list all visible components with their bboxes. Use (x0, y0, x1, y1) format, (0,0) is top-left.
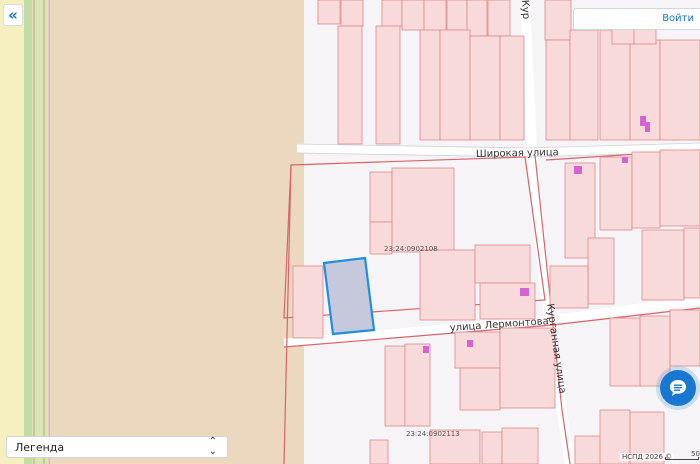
parcel[interactable] (469, 35, 501, 141)
parcel[interactable] (340, 0, 364, 27)
parcel[interactable] (419, 29, 441, 141)
parcel[interactable] (454, 331, 501, 369)
parcel[interactable] (381, 0, 403, 27)
parcel[interactable] (499, 327, 556, 409)
parcel[interactable] (609, 317, 643, 387)
parcel[interactable] (459, 367, 501, 411)
parcel[interactable] (545, 39, 571, 141)
double-chevron-left-icon: « (8, 6, 18, 24)
agricultural-field (49, 0, 304, 464)
parcel[interactable] (439, 29, 471, 141)
login-button[interactable]: Войти (662, 13, 694, 24)
parcel[interactable] (611, 27, 635, 45)
green-strip (24, 0, 32, 464)
parcel[interactable] (474, 244, 531, 284)
parcel[interactable] (569, 29, 599, 141)
quarter-label: 23:24:0902108 (384, 245, 438, 253)
parcel[interactable] (549, 265, 589, 309)
parcel[interactable] (375, 25, 401, 145)
parcel[interactable] (481, 431, 503, 464)
parcel[interactable] (292, 265, 324, 339)
chat-button[interactable] (660, 370, 696, 406)
building (645, 122, 650, 132)
quarter-label: 23:24:0902113 (406, 430, 460, 438)
parcel[interactable] (317, 0, 341, 25)
parcel[interactable] (423, 0, 447, 35)
parcel[interactable] (369, 439, 389, 464)
parcel[interactable] (659, 149, 700, 227)
parcel[interactable] (599, 29, 631, 141)
parcel[interactable] (404, 343, 431, 427)
building (622, 157, 628, 163)
parcel[interactable] (544, 0, 572, 41)
parcel[interactable] (384, 345, 406, 427)
green-strip (0, 0, 24, 464)
street-label-kurgannaya-top: Кур (519, 0, 531, 20)
building (467, 340, 473, 347)
parcel[interactable] (669, 309, 700, 367)
chevron-up-down-icon: ⌃ ⌄ (208, 436, 217, 457)
parcel[interactable] (501, 427, 539, 464)
legend-dropdown[interactable]: Легенда ⌃ ⌄ (6, 436, 228, 458)
parcel[interactable] (631, 151, 661, 229)
building (423, 346, 429, 353)
map-scale: 50 (665, 449, 700, 461)
parcel[interactable] (683, 227, 700, 299)
parcel[interactable] (337, 25, 363, 145)
building (574, 166, 582, 174)
parcel[interactable] (487, 0, 511, 37)
scale-bar (665, 457, 699, 460)
parcel[interactable] (659, 39, 700, 141)
collapse-panel-button[interactable]: « (3, 4, 23, 26)
parcel[interactable] (599, 156, 633, 231)
parcel[interactable] (369, 171, 393, 223)
parcel[interactable] (499, 35, 525, 141)
login-panel[interactable]: Войти (573, 8, 700, 30)
building (520, 288, 529, 296)
legend-label: Легенда (15, 440, 65, 454)
parcel[interactable] (419, 249, 476, 321)
street-label-shirokaya: Широкая улица (476, 147, 559, 160)
chat-bubble-icon (670, 380, 686, 396)
cadastral-map[interactable]: Широкая улица улица Лермонтова Курганная… (0, 0, 700, 464)
parcel[interactable] (446, 0, 468, 35)
selected-parcel[interactable] (322, 256, 376, 336)
parcel[interactable] (391, 167, 455, 253)
parcel[interactable] (587, 237, 615, 305)
parcel[interactable] (641, 229, 685, 301)
parcel[interactable] (401, 0, 425, 31)
